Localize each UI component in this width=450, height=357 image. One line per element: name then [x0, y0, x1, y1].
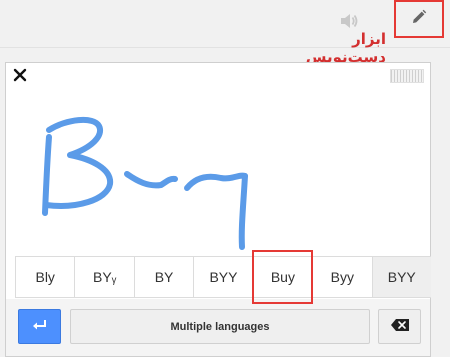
candidate-7[interactable]: BYY [371, 257, 431, 297]
candidate-bar: Bly BYᵧ BY BYY Buy Byy BYY [15, 250, 431, 304]
candidate-4[interactable]: BYY [193, 257, 252, 297]
keyboard-bottom-row: Multiple languages [6, 299, 430, 356]
candidate-5-selected[interactable]: Buy [251, 250, 314, 304]
candidate-1[interactable]: Bly [15, 257, 74, 297]
speaker-icon[interactable] [338, 10, 360, 32]
candidate-2[interactable]: BYᵧ [74, 257, 133, 297]
enter-icon [32, 318, 48, 336]
enter-button[interactable] [18, 309, 61, 344]
pencil-icon [411, 9, 427, 30]
backspace-icon [390, 318, 409, 336]
close-button[interactable] [10, 67, 30, 87]
candidate-6[interactable]: Byy [312, 257, 371, 297]
candidate-3[interactable]: BY [133, 257, 193, 297]
backspace-button[interactable] [378, 309, 421, 344]
handwriting-panel: Bly BYᵧ BY BYY Buy Byy BYY Multiple lang… [5, 62, 431, 357]
handwriting-canvas[interactable] [6, 89, 430, 259]
close-icon [13, 68, 27, 87]
drag-handle[interactable] [390, 69, 424, 83]
multiple-languages-button[interactable]: Multiple languages [70, 309, 370, 344]
handwriting-tool-caption: ابزار دست‌نویس [305, 30, 386, 66]
top-bar: ابزار دست‌نویس [0, 0, 450, 66]
handwriting-tool-button[interactable] [394, 0, 444, 38]
